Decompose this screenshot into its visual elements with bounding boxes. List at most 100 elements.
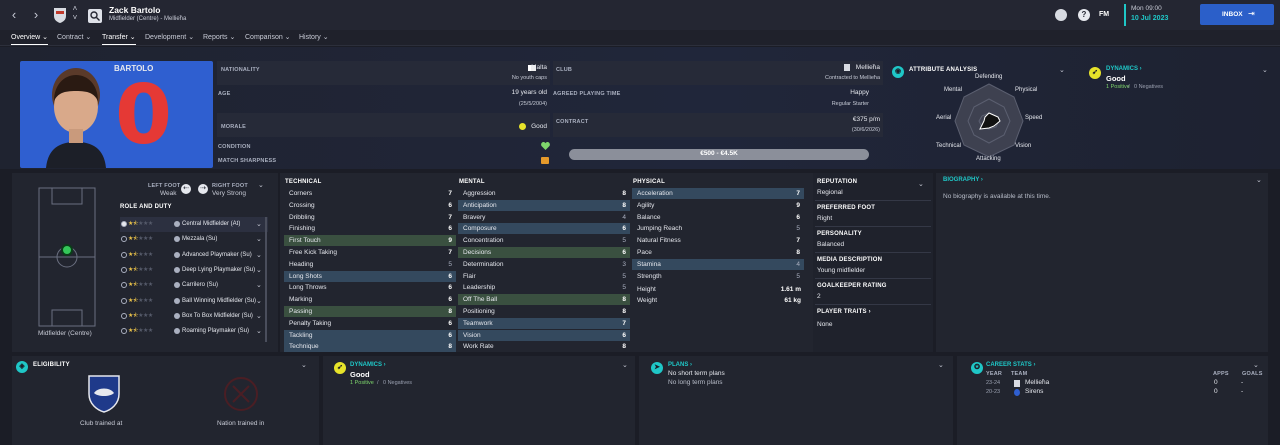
attribute-row[interactable]: Natural Fitness 7 xyxy=(632,235,804,246)
role-item[interactable]: ★⯪★★★ Advanced Playmaker (Su) ⌄ xyxy=(120,248,268,263)
date-day[interactable]: 10 Jul 2023 xyxy=(1131,15,1168,22)
tab-comparison[interactable]: Comparison ⌄ xyxy=(245,33,291,41)
attribute-row[interactable]: Finishing 6 xyxy=(284,223,456,234)
role-radio[interactable] xyxy=(121,282,127,289)
role-radio[interactable] xyxy=(121,236,127,243)
tab-reports[interactable]: Reports ⌄ xyxy=(203,33,235,41)
chevron-down-icon[interactable]: ⌄ xyxy=(256,294,262,309)
attribute-row[interactable]: Leadership 5 xyxy=(458,282,630,293)
attribute-row[interactable]: Positioning 8 xyxy=(458,306,630,317)
back-arrow-icon[interactable]: ‹ xyxy=(7,7,21,23)
role-radio[interactable] xyxy=(121,297,127,304)
role-radio[interactable] xyxy=(121,266,127,273)
morale-value[interactable]: Good xyxy=(531,123,547,130)
role-radio[interactable] xyxy=(121,251,127,258)
attribute-row[interactable]: Work Rate 8 xyxy=(458,341,630,352)
attribute-row[interactable]: Heading 5 xyxy=(284,259,456,270)
chevron-down-icon[interactable]: ⌄ xyxy=(256,248,262,263)
attribute-row[interactable]: Penalty Taking 6 xyxy=(284,318,456,329)
attribute-row[interactable]: Technique 8 xyxy=(284,341,456,353)
info-icon[interactable] xyxy=(174,266,180,273)
info-icon[interactable] xyxy=(174,221,180,227)
attribute-row[interactable]: Teamwork 7 xyxy=(458,317,630,329)
role-item[interactable]: ★⯪★★★ Deep Lying Playmaker (Su) ⌄ xyxy=(120,263,268,278)
dynamics-title[interactable]: DYNAMICS › xyxy=(1106,66,1142,72)
chevron-down-icon[interactable]: ⌄ xyxy=(256,232,262,247)
forward-arrow-icon[interactable]: › xyxy=(29,7,43,23)
chevron-down-icon[interactable]: ⌄ xyxy=(256,263,262,278)
role-radio[interactable] xyxy=(121,312,127,319)
attribute-row[interactable]: Composure 6 xyxy=(458,223,630,235)
attribute-row[interactable]: Tackling 6 xyxy=(284,329,456,341)
dynamics-title[interactable]: DYNAMICS › xyxy=(350,362,386,368)
attribute-row[interactable]: Free Kick Taking 7 xyxy=(284,247,456,258)
info-icon[interactable] xyxy=(174,328,180,335)
tab-history[interactable]: History ⌄ xyxy=(299,33,329,41)
search-icon[interactable] xyxy=(88,9,102,23)
tab-development[interactable]: Development ⌄ xyxy=(145,33,194,41)
chevron-down-icon[interactable]: ⌄ xyxy=(1262,66,1268,74)
chevron-down-icon[interactable]: ⌄ xyxy=(938,361,944,369)
fm-logo[interactable]: FM xyxy=(1099,11,1109,18)
info-icon[interactable] xyxy=(174,297,180,304)
date-time[interactable]: Mon 09:00 xyxy=(1131,5,1162,12)
info-icon[interactable] xyxy=(174,236,180,243)
chevron-down-icon[interactable]: ⌄ xyxy=(301,361,307,369)
attribute-row[interactable]: Marking 6 xyxy=(284,294,456,305)
career-stats-title[interactable]: CAREER STATS › xyxy=(986,362,1035,368)
chevron-down-icon[interactable]: ˅ xyxy=(68,13,82,29)
attribute-row[interactable]: Pace 8 xyxy=(632,247,804,258)
chevron-down-icon[interactable]: ⌄ xyxy=(256,324,262,339)
attribute-row[interactable]: Flair 5 xyxy=(458,271,630,282)
role-radio[interactable] xyxy=(121,328,127,335)
attribute-row[interactable]: Corners 7 xyxy=(284,188,456,199)
chevron-down-icon[interactable]: ⌄ xyxy=(1256,176,1262,184)
info-icon[interactable] xyxy=(174,251,180,258)
inbox-button[interactable]: INBOX ⇥ xyxy=(1200,4,1274,25)
chevron-down-icon[interactable]: ⌄ xyxy=(918,180,924,188)
attribute-row[interactable]: Determination 3 xyxy=(458,259,630,270)
chevron-down-icon[interactable]: ⌄ xyxy=(258,181,264,189)
biography-title[interactable]: BIOGRAPHY › xyxy=(943,177,983,183)
attribute-row[interactable]: Bravery 4 xyxy=(458,212,630,223)
attribute-row[interactable]: Strength 5 xyxy=(632,271,804,282)
club-crest-icon[interactable] xyxy=(52,6,68,24)
info-icon[interactable] xyxy=(174,312,180,319)
career-row[interactable]: 20-23 Sirens 0 - xyxy=(986,388,1250,398)
attribute-row[interactable]: Dribbling 7 xyxy=(284,212,456,223)
mood-icon[interactable] xyxy=(1055,9,1067,21)
tab-contract[interactable]: Contract ⌄ xyxy=(57,33,91,41)
role-item[interactable]: ★⯪★★★ Carrilero (Su) ⌄ xyxy=(120,278,268,293)
attribute-row[interactable]: Jumping Reach 5 xyxy=(632,223,804,234)
attribute-row[interactable]: Acceleration 7 xyxy=(632,188,804,199)
attribute-row[interactable]: Long Shots 6 xyxy=(284,270,456,282)
info-icon[interactable] xyxy=(174,282,180,289)
role-scrollbar[interactable] xyxy=(265,217,267,342)
role-radio[interactable] xyxy=(121,221,127,227)
chevron-down-icon[interactable]: ⌄ xyxy=(622,361,628,369)
attribute-row[interactable]: Aggression 8 xyxy=(458,188,630,199)
attribute-row[interactable]: Vision 6 xyxy=(458,329,630,341)
chevron-down-icon[interactable]: ⌄ xyxy=(256,217,262,232)
attribute-row[interactable]: Anticipation 8 xyxy=(458,199,630,211)
attribute-row[interactable]: First Touch 9 xyxy=(284,235,456,247)
attribute-row[interactable]: Stamina 4 xyxy=(632,258,804,270)
attribute-row[interactable]: Passing 8 xyxy=(284,306,456,317)
attribute-row[interactable]: Balance 6 xyxy=(632,212,804,223)
tab-overview[interactable]: Overview ⌄ xyxy=(11,33,48,45)
nation-crest-icon[interactable] xyxy=(223,374,259,414)
tab-transfer[interactable]: Transfer ⌄ xyxy=(102,33,136,45)
help-icon[interactable]: ? xyxy=(1078,9,1090,21)
attribute-row[interactable]: Off The Ball 8 xyxy=(458,294,630,306)
sirens-crest-icon[interactable] xyxy=(86,373,122,415)
chevron-down-icon[interactable]: ⌄ xyxy=(1253,361,1259,369)
chevron-down-icon[interactable]: ⌄ xyxy=(1059,66,1065,74)
chevron-down-icon[interactable]: ⌄ xyxy=(256,278,262,293)
nationality-value[interactable]: Malta xyxy=(531,64,547,71)
role-item[interactable]: ★⯪★★★ Central Midfielder (At) ⌄ xyxy=(120,217,268,232)
plans-title[interactable]: PLANS › xyxy=(668,362,692,368)
attribute-row[interactable]: Agility 9 xyxy=(632,200,804,211)
attribute-row[interactable]: Crossing 6 xyxy=(284,200,456,211)
role-item[interactable]: ★⯪★★★ Box To Box Midfielder (Su) ⌄ xyxy=(120,309,268,324)
attribute-row[interactable]: Concentration 5 xyxy=(458,235,630,246)
